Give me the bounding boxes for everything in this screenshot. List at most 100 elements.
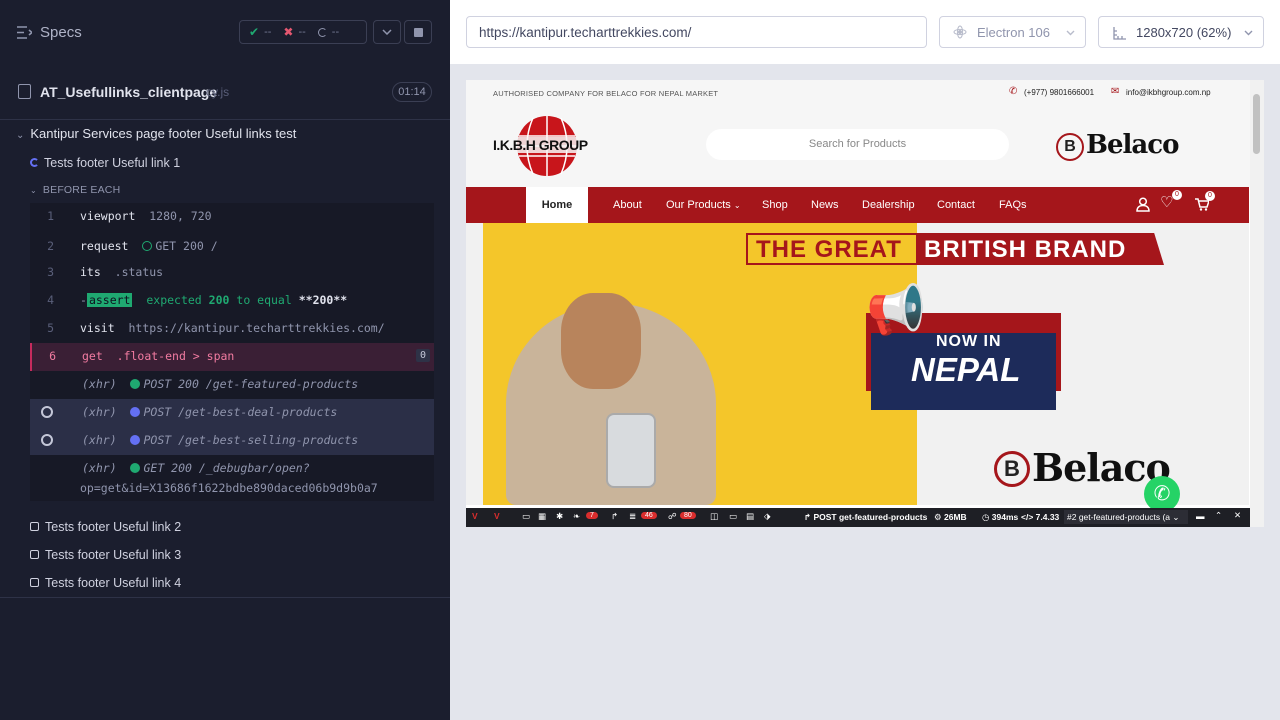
whatsapp-icon[interactable]: ✆ [1144,476,1180,512]
banner-nepal: NEPAL [911,351,1021,388]
user-icon[interactable] [1136,197,1150,212]
leaf-icon[interactable]: ❧ [573,511,580,522]
ruler-icon [1113,27,1126,40]
scrollbar-thumb[interactable] [1253,94,1260,154]
request-select[interactable]: #2 get-featured-products (a ⌄ [1064,510,1188,524]
messages-count-badge: 7 [586,512,598,519]
phone-icon: ✆ [1009,86,1018,97]
time-label: ◷ 394ms [982,512,1019,522]
bug-icon[interactable]: ✱ [556,511,563,522]
models-count-badge: 80 [680,512,696,519]
request-label[interactable]: ↱ POST get-featured-products [804,512,927,523]
cogs-icon: ⚙ [934,512,944,522]
scrollbar[interactable] [1250,80,1264,527]
browser-selector[interactable]: Electron 106 [939,16,1086,48]
views-icon[interactable]: ▭ [729,511,737,522]
command-row-active[interactable]: 6 get .float-end > span 0 [30,343,434,371]
chevron-down-icon: ⌄ [30,186,37,195]
command-row[interactable]: 1 viewport 1280, 720 [30,203,434,231]
chevron-down-icon [1066,30,1075,36]
command-row[interactable]: 2 request GET 200 / [30,233,434,261]
email-link[interactable]: info@ikbhgroup.com.np [1126,88,1211,97]
close-icon[interactable]: ✕ [1234,510,1241,521]
command-row[interactable]: 5 visit https://kantipur.techarttrekkies… [30,315,434,343]
messages-icon[interactable]: ▭ [522,511,530,522]
spec-file-ext: cy.js [206,85,230,99]
phone-link[interactable]: (+977) 9801666001 [1024,88,1094,97]
xhr-row[interactable]: (xhr) POST /get-best-deal-products [30,399,434,427]
xhr-row[interactable]: (xhr) POST 200 /get-featured-products [30,371,434,399]
tag-icon[interactable]: ⬗ [764,511,771,522]
passed-icon: ✔ [249,25,260,39]
spinner-icon [41,406,53,418]
test-item[interactable]: Tests footer Useful link 4 [30,576,181,590]
open-icon[interactable]: ▬ [1196,511,1205,521]
specs-list-icon[interactable] [17,26,32,39]
megaphone-icon: 📢 [866,284,926,337]
spinner-icon [30,158,39,167]
failed-count: -- [298,26,306,38]
cart-count-badge: 0 [1205,191,1215,201]
passed-count: -- [264,26,272,38]
share-icon[interactable]: ↱ [611,511,618,522]
mail-icon[interactable]: ◫ [710,511,718,522]
database-icon[interactable]: ≣ [629,511,636,522]
code-icon: </> [1021,512,1036,522]
nav-faqs[interactable]: FAQs [999,199,1027,211]
chevron-down-icon: ⌄ [16,130,25,141]
nav-dealership[interactable]: Dealership [862,199,915,211]
test-item[interactable]: Tests footer Useful link 3 [30,548,181,562]
specs-title[interactable]: Specs [40,24,82,41]
test-running[interactable]: Tests footer Useful link 1 [30,156,180,170]
chevron-down-icon [382,29,392,35]
product-search-input[interactable]: Search for Products [706,129,1009,160]
route-icon[interactable]: ▤ [746,511,754,522]
nav-our-products[interactable]: Our Products ⌄ [666,199,741,211]
banner-now-in: NOW IN [936,333,1002,350]
clock-icon: ◷ [982,512,992,522]
laravel-logo-icon[interactable]: V [494,511,500,521]
nav-about[interactable]: About [613,199,642,211]
php-label: </> 7.4.33 [1021,512,1060,522]
xhr-row[interactable]: (xhr) GET 200 /_debugbar/open? op=get&id… [30,455,434,499]
hook-before-each[interactable]: ⌄ BEFORE EACH [30,184,120,196]
nav-shop[interactable]: Shop [762,199,788,211]
site-header: I.K.B.H GROUP Search for Products B Bela… [466,106,1250,187]
url-bar[interactable]: https://kantipur.techarttrekkies.com/ [466,16,927,48]
document-icon [18,84,31,99]
belaco-b-icon: B [1056,133,1084,161]
stop-button[interactable] [404,20,432,44]
collapse-all-button[interactable] [373,20,401,44]
reporter-header: Specs ✔ -- ✖ -- -- [0,0,450,64]
restore-icon[interactable]: ⌃ [1215,510,1222,521]
spinner-icon [41,434,53,446]
ikbh-logo[interactable]: I.K.B.H GROUP [491,114,601,178]
wishlist-count-badge: 0 [1172,190,1182,200]
command-row[interactable]: 4 - assert expected 200 to equal **200** [30,287,434,315]
mail-icon: ✉ [1111,86,1120,97]
belaco-logo[interactable]: B Belaco [1056,130,1220,162]
models-icon[interactable]: ☍ [668,511,677,522]
nav-contact[interactable]: Contact [937,199,975,211]
status-dot-icon [130,407,141,417]
xhr-row[interactable]: (xhr) POST /get-best-selling-products [30,427,434,455]
assertion-message: - assert expected 200 to equal **200** [80,293,348,307]
viewport-selector[interactable]: 1280x720 (62%) [1098,16,1264,48]
nav-home[interactable]: Home [526,187,588,223]
test-item[interactable]: Tests footer Useful link 2 [30,520,181,534]
calendar-icon[interactable]: ▦ [538,511,546,522]
spec-file-row: AT_Usefullinks_clientpage cy.js [0,76,450,108]
status-dot-icon [130,435,141,445]
electron-icon [953,25,967,39]
command-log: 1 viewport 1280, 720 2 request GET 200 /… [30,203,434,501]
suite-title[interactable]: ⌄ Kantipur Services page footer Useful li… [16,126,296,141]
command-row[interactable]: 3 its .status [30,259,434,287]
laravel-icon[interactable]: V [472,511,478,521]
chevron-down-icon: ⌄ [733,201,741,210]
nav-news[interactable]: News [811,199,839,211]
app-iframe: AUTHORISED COMPANY FOR BELACO FOR NEPAL … [466,80,1264,527]
spec-file-name[interactable]: AT_Usefullinks_clientpage [40,84,217,100]
site-nav: Home About Our Products ⌄ Shop News Deal… [466,187,1249,223]
stop-icon [413,27,423,37]
queries-count-badge: 46 [641,512,657,519]
